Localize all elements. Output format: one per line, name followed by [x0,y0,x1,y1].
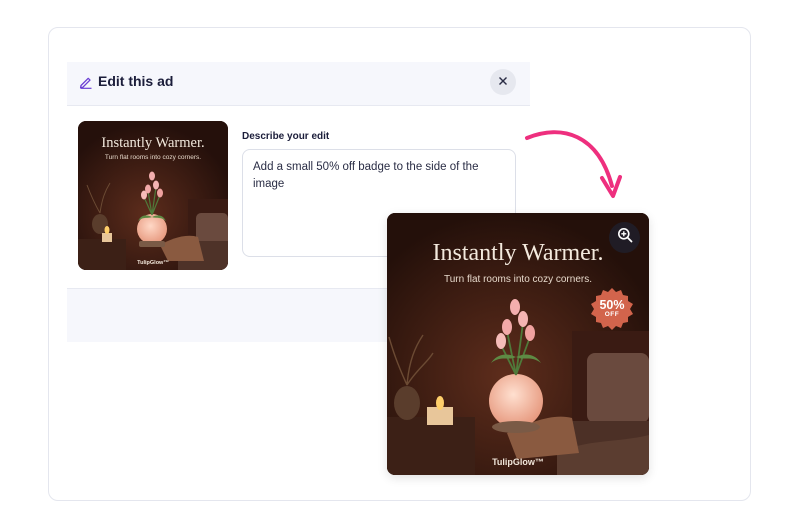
zoom-button[interactable] [609,222,640,253]
discount-badge: 50% OFF [590,287,634,331]
badge-percent: 50% [599,298,625,312]
zoom-in-icon [617,227,633,248]
modal-header: Edit this ad [67,62,530,106]
edited-ad-subheadline: Turn flat rooms into cozy corners. [443,274,592,285]
edited-ad-image: Instantly Warmer. Turn flat rooms into c… [387,213,649,475]
close-button[interactable] [490,69,516,95]
close-icon [498,73,508,91]
pencil-icon [79,75,93,89]
curved-arrow-icon [525,130,622,198]
original-ad-headline: Instantly Warmer. [101,135,205,151]
describe-edit-label: Describe your edit [242,131,330,142]
original-ad-brand: TulipGlow™ [137,260,169,266]
original-ad-image: Instantly Warmer. Turn flat rooms into c… [78,121,228,270]
original-ad-subheadline: Turn flat rooms into cozy corners. [104,154,202,161]
edited-ad-brand: TulipGlow™ [492,457,544,467]
badge-off-label: OFF [604,311,620,318]
modal-title: Edit this ad [98,73,174,89]
